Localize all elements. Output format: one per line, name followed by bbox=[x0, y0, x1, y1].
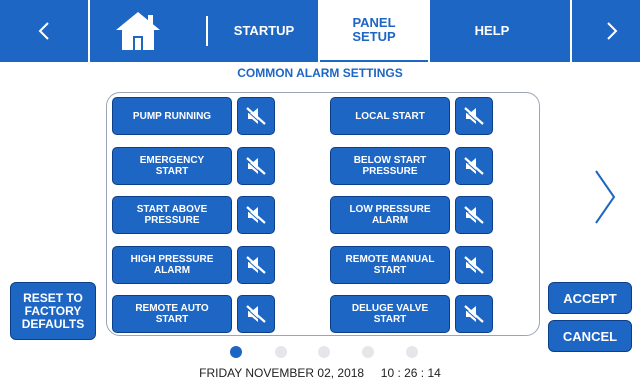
page-dot[interactable] bbox=[275, 346, 287, 358]
mute-toggle-button[interactable] bbox=[237, 97, 275, 135]
speaker-muted-icon bbox=[245, 206, 266, 226]
page-dot[interactable] bbox=[406, 346, 418, 358]
alarm-remote-manual-start-button[interactable]: REMOTE MANUAL START bbox=[330, 246, 450, 284]
mute-toggle-button[interactable] bbox=[455, 196, 493, 234]
tab-startup[interactable]: STARTUP bbox=[214, 0, 314, 62]
speaker-muted-icon bbox=[245, 107, 266, 127]
section-title: COMMON ALARM SETTINGS bbox=[237, 66, 403, 80]
home-icon bbox=[116, 12, 160, 50]
nav-divider bbox=[428, 0, 430, 62]
reset-to-factory-defaults-button[interactable]: RESET TO FACTORY DEFAULTS bbox=[10, 282, 96, 340]
page-indicator bbox=[0, 346, 640, 360]
nav-divider bbox=[88, 0, 90, 62]
mute-toggle-button[interactable] bbox=[237, 196, 275, 234]
speaker-muted-icon bbox=[463, 206, 484, 226]
mute-toggle-button[interactable] bbox=[455, 97, 493, 135]
alarm-local-start-button[interactable]: LOCAL START bbox=[330, 97, 450, 135]
tab-panel-setup[interactable]: PANEL SETUP bbox=[320, 0, 428, 62]
speaker-muted-icon bbox=[463, 305, 484, 325]
accept-button[interactable]: ACCEPT bbox=[548, 282, 632, 314]
alarm-high-pressure-button[interactable]: HIGH PRESSURE ALARM bbox=[112, 246, 232, 284]
top-nav-bar: STARTUP PANEL SETUP HELP bbox=[0, 0, 640, 62]
date-time-display: FRIDAY NOVEMBER 02, 2018 10 : 26 : 14 bbox=[199, 366, 441, 380]
chevron-right-icon bbox=[607, 22, 618, 40]
alarm-below-start-pressure-button[interactable]: BELOW START PRESSURE bbox=[330, 147, 450, 185]
mute-toggle-button[interactable] bbox=[237, 147, 275, 185]
mute-toggle-button[interactable] bbox=[237, 246, 275, 284]
nav-divider bbox=[570, 0, 572, 62]
chevron-right-icon bbox=[595, 170, 616, 224]
speaker-muted-icon bbox=[245, 157, 266, 177]
speaker-muted-icon bbox=[245, 305, 266, 325]
page-dot-active[interactable] bbox=[230, 346, 242, 358]
mute-toggle-button[interactable] bbox=[237, 295, 275, 333]
mute-toggle-button[interactable] bbox=[455, 246, 493, 284]
next-screen-button[interactable] bbox=[580, 0, 640, 62]
alarm-remote-auto-start-button[interactable]: REMOTE AUTO START bbox=[112, 295, 232, 333]
tab-help[interactable]: HELP bbox=[432, 0, 552, 62]
chevron-left-icon bbox=[38, 22, 49, 40]
page-dot[interactable] bbox=[362, 346, 374, 358]
prev-screen-button[interactable] bbox=[12, 0, 76, 62]
speaker-muted-icon bbox=[245, 256, 266, 276]
home-button[interactable] bbox=[114, 10, 162, 52]
alarm-low-pressure-button[interactable]: LOW PRESSURE ALARM bbox=[330, 196, 450, 234]
alarm-pump-running-button[interactable]: PUMP RUNNING bbox=[112, 97, 232, 135]
mute-toggle-button[interactable] bbox=[455, 147, 493, 185]
alarm-start-above-pressure-button[interactable]: START ABOVE PRESSURE bbox=[112, 196, 232, 234]
speaker-muted-icon bbox=[463, 256, 484, 276]
mute-toggle-button[interactable] bbox=[455, 295, 493, 333]
alarm-deluge-valve-start-button[interactable]: DELUGE VALVE START bbox=[330, 295, 450, 333]
alarm-emergency-start-button[interactable]: EMERGENCY START bbox=[112, 147, 232, 185]
next-page-button[interactable] bbox=[592, 168, 618, 231]
speaker-muted-icon bbox=[463, 107, 484, 127]
page-dot[interactable] bbox=[318, 346, 330, 358]
nav-divider bbox=[206, 16, 208, 46]
speaker-muted-icon bbox=[463, 157, 484, 177]
